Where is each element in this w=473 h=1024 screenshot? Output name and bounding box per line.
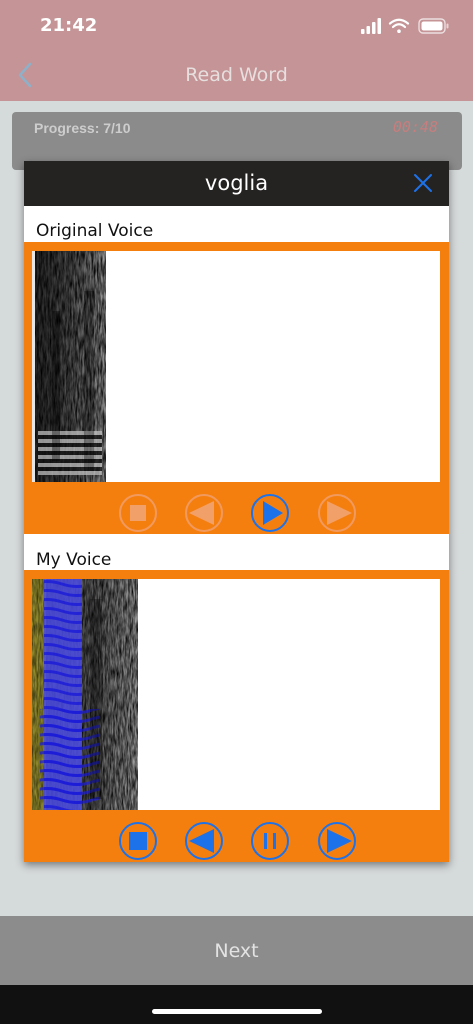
stop-icon [129, 832, 147, 850]
forward-icon [327, 501, 352, 525]
my-voice-panel [24, 570, 449, 862]
original-rewind-button[interactable] [185, 494, 223, 532]
signal-icon [361, 18, 381, 34]
word-dialog: voglia Original Voice My Voice [24, 161, 449, 862]
home-indicator[interactable] [152, 1009, 322, 1014]
my-forward-button[interactable] [318, 822, 356, 860]
original-spectrogram-image [32, 251, 106, 482]
play-icon [263, 501, 283, 525]
wifi-icon [388, 18, 410, 33]
my-spectrogram [32, 579, 440, 810]
footer-bar: Next [0, 916, 473, 985]
my-stop-button[interactable] [119, 822, 157, 860]
original-play-button[interactable] [251, 494, 289, 532]
my-rewind-button[interactable] [185, 822, 223, 860]
progress-label: Progress: 7/10 [34, 120, 131, 136]
close-icon[interactable] [413, 173, 433, 193]
my-controls [24, 822, 449, 862]
dialog-title: voglia [204, 171, 269, 195]
navigation-bar: 21:42 Read Word [0, 0, 473, 101]
original-voice-panel [24, 242, 449, 534]
rewind-icon [189, 501, 214, 525]
pause-icon [264, 833, 276, 849]
original-voice-label: Original Voice [36, 221, 154, 241]
home-indicator-area [0, 985, 473, 1024]
forward-icon [327, 829, 352, 853]
original-forward-button[interactable] [318, 494, 356, 532]
original-controls [24, 494, 449, 534]
my-voice-label: My Voice [36, 550, 112, 570]
timer: 00:48 [392, 118, 438, 136]
next-button[interactable]: Next [0, 940, 473, 962]
rewind-icon [189, 829, 214, 853]
battery-icon [418, 18, 449, 34]
my-pause-button[interactable] [251, 822, 289, 860]
status-time: 21:42 [40, 15, 98, 36]
dialog-header: voglia [24, 161, 449, 206]
page-title: Read Word [185, 64, 288, 86]
original-spectrogram [32, 251, 440, 482]
stop-icon [130, 505, 146, 521]
status-icons [361, 18, 449, 34]
original-stop-button[interactable] [119, 494, 157, 532]
my-spectrogram-image [32, 579, 138, 810]
